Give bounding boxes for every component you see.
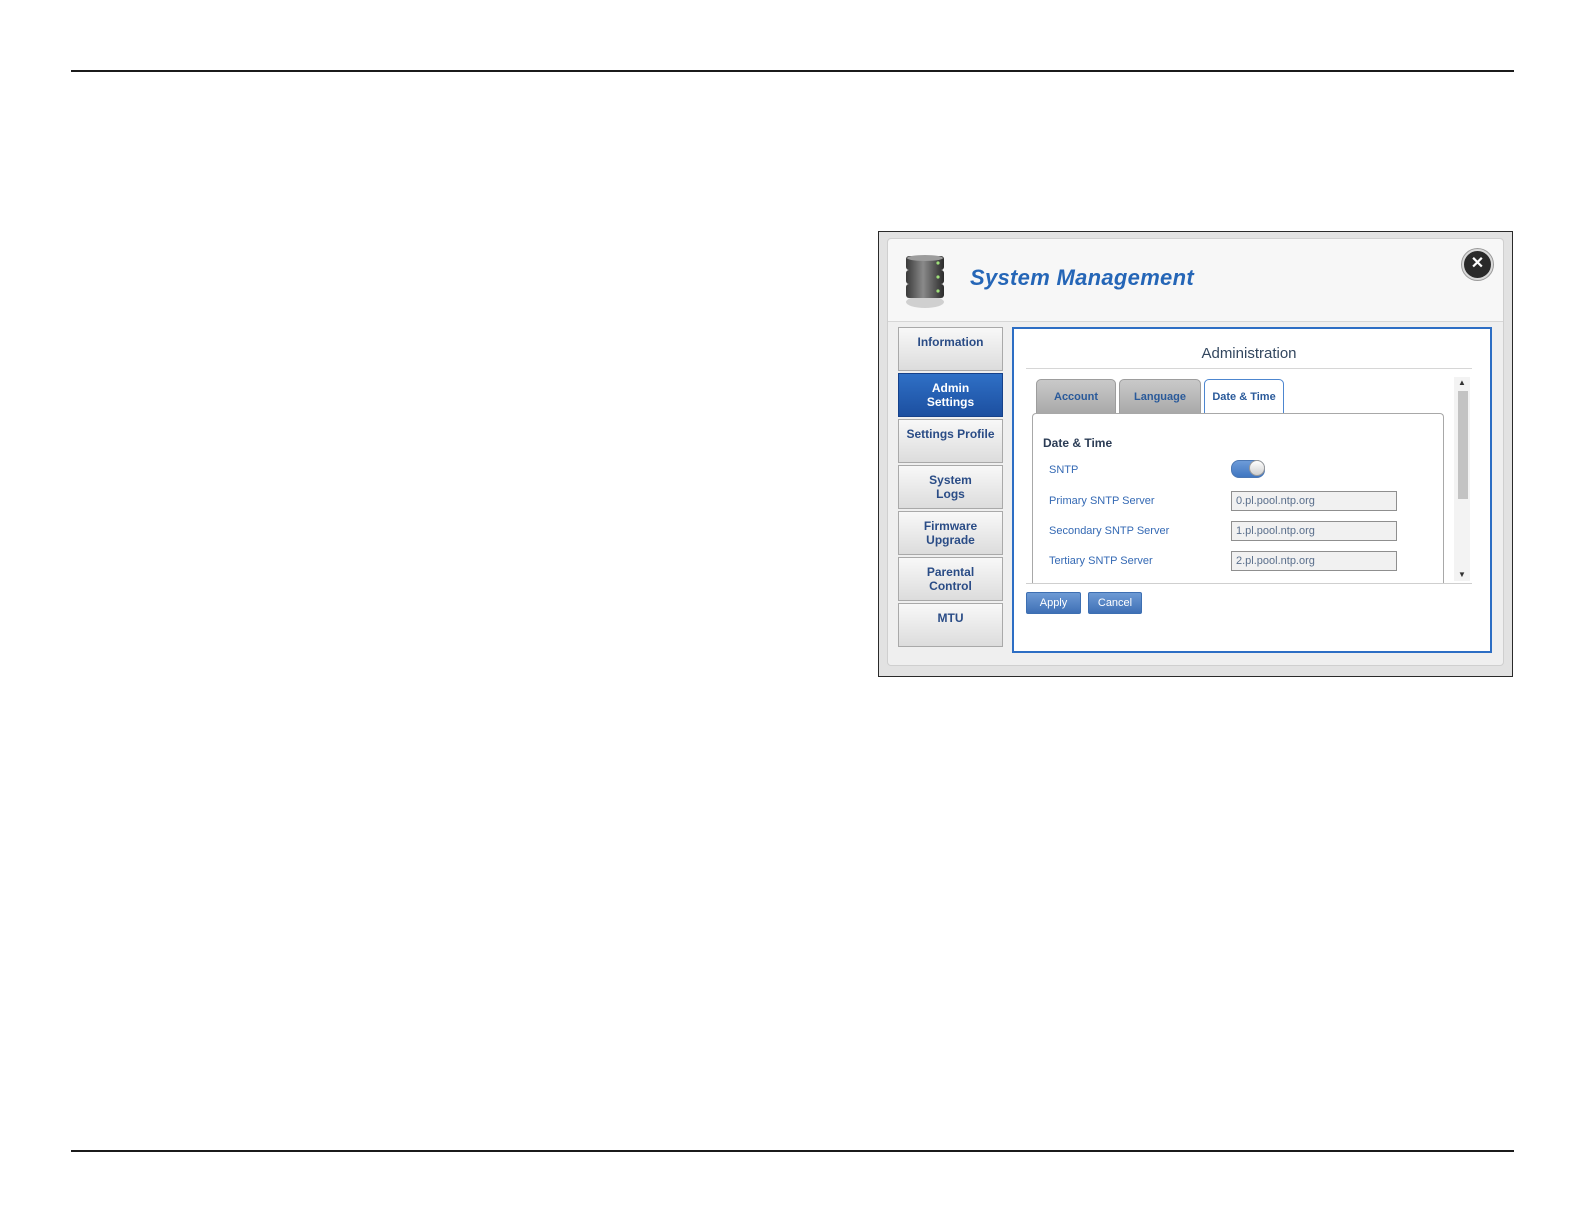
window-title: System Management bbox=[970, 265, 1194, 290]
tab-date-time[interactable]: Date & Time bbox=[1204, 379, 1284, 415]
content-panel: Administration Account Language Date & T… bbox=[1012, 327, 1492, 653]
date-time-form: Date & Time SNTP Primary SNTP Server Sec… bbox=[1032, 413, 1444, 583]
sidebar-item-label: Firmware Upgrade bbox=[923, 519, 978, 547]
sidebar-item-admin-settings[interactable]: Admin Settings bbox=[898, 373, 1003, 417]
secondary-sntp-label: Secondary SNTP Server bbox=[1049, 525, 1170, 537]
page-title: Administration bbox=[1201, 345, 1297, 362]
sidebar-item-label: System Logs bbox=[929, 473, 972, 501]
scroll-down-arrow-icon[interactable]: ▼ bbox=[1454, 569, 1470, 581]
sidebar-item-label: MTU bbox=[937, 611, 964, 625]
sidebar-item-label: Information bbox=[917, 335, 984, 349]
sntp-label: SNTP bbox=[1049, 464, 1079, 476]
apply-button[interactable]: Apply bbox=[1026, 592, 1081, 614]
sidebar-item-parental-control[interactable]: Parental Control bbox=[898, 557, 1003, 601]
sidebar-item-label: Parental Control bbox=[926, 565, 975, 593]
sidebar-item-information[interactable]: Information bbox=[898, 327, 1003, 371]
scroll-thumb[interactable] bbox=[1458, 391, 1468, 499]
form-scrollbar[interactable]: ▲ ▼ bbox=[1454, 377, 1470, 581]
bottom-page-rule bbox=[71, 1150, 1514, 1152]
top-page-rule bbox=[71, 70, 1514, 72]
scroll-up-arrow-icon[interactable]: ▲ bbox=[1454, 377, 1470, 389]
system-management-screenshot: System Management ✕ Information Admin Se… bbox=[878, 231, 1513, 677]
section-title: Date & Time bbox=[1043, 436, 1113, 450]
sidebar-item-settings-profile[interactable]: Settings Profile bbox=[898, 419, 1003, 463]
tertiary-sntp-input[interactable] bbox=[1231, 551, 1397, 571]
system-management-window: System Management ✕ Information Admin Se… bbox=[887, 238, 1504, 666]
close-icon[interactable]: ✕ bbox=[1462, 249, 1493, 280]
secondary-sntp-input[interactable] bbox=[1231, 521, 1397, 541]
tab-language[interactable]: Language bbox=[1119, 379, 1201, 413]
sidebar-item-system-logs[interactable]: System Logs bbox=[898, 465, 1003, 509]
actions-divider bbox=[1026, 583, 1472, 584]
toggle-knob bbox=[1249, 460, 1265, 476]
tab-account[interactable]: Account bbox=[1036, 379, 1116, 413]
sidebar-item-label: Settings Profile bbox=[906, 427, 995, 441]
sntp-toggle[interactable] bbox=[1231, 460, 1265, 478]
sidebar-item-firmware-upgrade[interactable]: Firmware Upgrade bbox=[898, 511, 1003, 555]
sidebar-item-label: Admin Settings bbox=[926, 381, 975, 409]
primary-sntp-input[interactable] bbox=[1231, 491, 1397, 511]
tertiary-sntp-label: Tertiary SNTP Server bbox=[1049, 555, 1153, 567]
sidebar-nav: Information Admin Settings Settings Prof… bbox=[898, 327, 1005, 651]
cancel-button[interactable]: Cancel bbox=[1088, 592, 1142, 614]
title-divider bbox=[1026, 368, 1472, 369]
sidebar-item-mtu[interactable]: MTU bbox=[898, 603, 1003, 647]
database-icon bbox=[906, 255, 944, 308]
window-header: System Management ✕ bbox=[888, 239, 1503, 322]
primary-sntp-label: Primary SNTP Server bbox=[1049, 495, 1155, 507]
